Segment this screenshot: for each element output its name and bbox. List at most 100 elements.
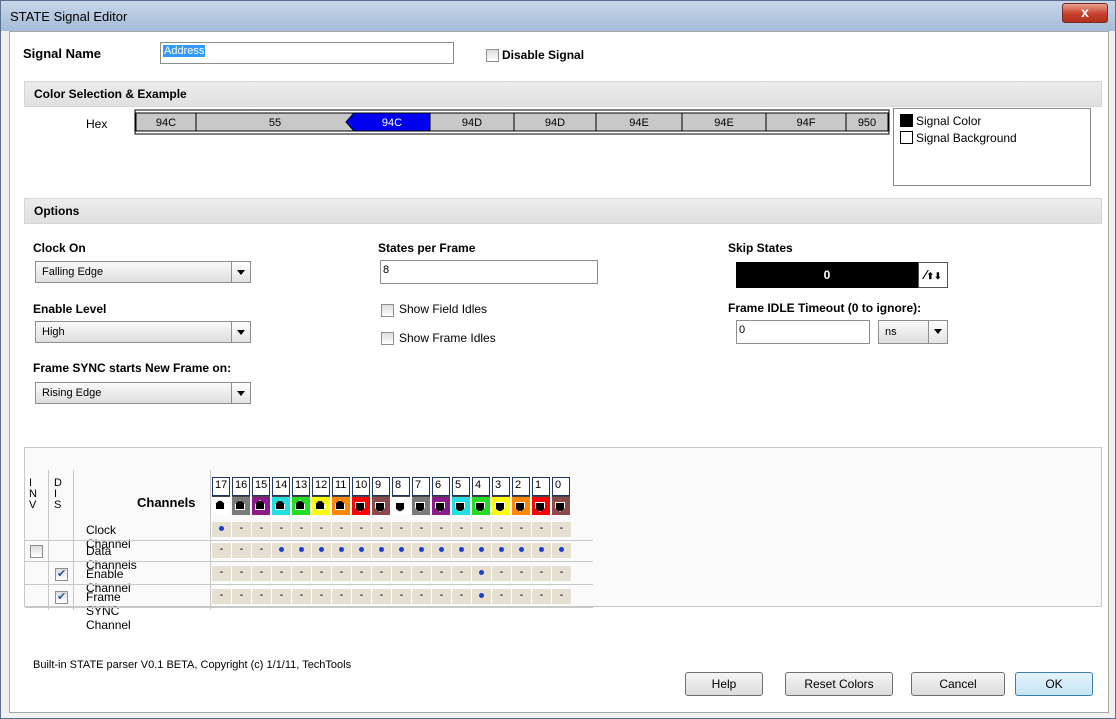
channel-cell[interactable]: -: [312, 522, 332, 537]
channel-cell[interactable]: [312, 543, 332, 558]
channel-cell[interactable]: [512, 543, 532, 558]
channel-cell[interactable]: [452, 543, 472, 558]
channel-cell[interactable]: -: [232, 543, 252, 558]
chevron-down-icon[interactable]: [231, 322, 250, 342]
inv-checkbox[interactable]: [30, 545, 43, 558]
channel-cell[interactable]: -: [232, 566, 252, 581]
channel-cell[interactable]: -: [392, 522, 412, 537]
channel-cell[interactable]: -: [492, 566, 512, 581]
channel-cell[interactable]: [432, 543, 452, 558]
channel-color-swatch[interactable]: [532, 496, 550, 515]
channel-cell[interactable]: -: [332, 589, 352, 604]
channel-cell[interactable]: -: [292, 589, 312, 604]
channel-cell[interactable]: -: [372, 589, 392, 604]
states-per-frame-input[interactable]: 8: [380, 260, 598, 284]
channel-cell[interactable]: -: [452, 589, 472, 604]
channel-cell[interactable]: -: [452, 522, 472, 537]
chevron-down-icon[interactable]: [928, 321, 947, 343]
channel-cell[interactable]: -: [512, 522, 532, 537]
channel-cell[interactable]: -: [252, 589, 272, 604]
channel-cell[interactable]: [352, 543, 372, 558]
channel-cell[interactable]: -: [532, 522, 552, 537]
channel-cell[interactable]: -: [332, 566, 352, 581]
channel-cell[interactable]: -: [212, 543, 232, 558]
channel-cell[interactable]: [392, 543, 412, 558]
channel-cell[interactable]: -: [492, 589, 512, 604]
channel-color-swatch[interactable]: [452, 496, 470, 515]
skip-states-display[interactable]: 0: [736, 262, 918, 288]
channel-color-swatch[interactable]: [392, 496, 410, 515]
channel-cell[interactable]: -: [232, 589, 252, 604]
channel-cell[interactable]: -: [432, 589, 452, 604]
channel-cell[interactable]: -: [532, 566, 552, 581]
channel-cell[interactable]: -: [252, 543, 272, 558]
channel-color-swatch[interactable]: [312, 496, 330, 515]
clock-on-select[interactable]: Falling Edge: [35, 261, 251, 283]
channel-color-swatch[interactable]: [332, 496, 350, 515]
channel-cell[interactable]: -: [352, 522, 372, 537]
channel-cell[interactable]: [332, 543, 352, 558]
channel-cell[interactable]: -: [392, 589, 412, 604]
channel-color-swatch[interactable]: [512, 496, 530, 515]
channel-cell[interactable]: -: [552, 589, 572, 604]
channel-cell[interactable]: -: [392, 566, 412, 581]
channel-color-swatch[interactable]: [252, 496, 270, 515]
channel-color-swatch[interactable]: [272, 496, 290, 515]
channel-cell[interactable]: -: [312, 589, 332, 604]
channel-cell[interactable]: -: [212, 566, 232, 581]
channel-cell[interactable]: -: [212, 589, 232, 604]
channel-cell[interactable]: -: [532, 589, 552, 604]
channel-cell[interactable]: -: [352, 589, 372, 604]
channel-color-swatch[interactable]: [552, 496, 570, 515]
channel-color-swatch[interactable]: [212, 496, 230, 515]
increment-decrement-icon[interactable]: ⁄⬆⬇: [918, 262, 948, 288]
channel-cell[interactable]: -: [372, 566, 392, 581]
channel-cell[interactable]: -: [412, 566, 432, 581]
channel-color-swatch[interactable]: [292, 496, 310, 515]
ok-button[interactable]: OK: [1015, 672, 1093, 696]
channel-cell[interactable]: -: [292, 522, 312, 537]
channel-cell[interactable]: -: [492, 522, 512, 537]
chevron-down-icon[interactable]: [231, 262, 250, 282]
channel-cell[interactable]: -: [252, 566, 272, 581]
frame-sync-select[interactable]: Rising Edge: [35, 382, 251, 404]
channel-cell[interactable]: [272, 543, 292, 558]
reset-colors-button[interactable]: Reset Colors: [785, 672, 893, 696]
channel-cell[interactable]: -: [552, 522, 572, 537]
close-button[interactable]: x: [1062, 3, 1108, 23]
channel-cell[interactable]: [292, 543, 312, 558]
channel-cell[interactable]: [412, 543, 432, 558]
channel-color-swatch[interactable]: [412, 496, 430, 515]
channel-cell[interactable]: -: [432, 522, 452, 537]
channel-cell[interactable]: -: [512, 566, 532, 581]
show-field-idles-checkbox[interactable]: [381, 304, 394, 317]
channel-cell[interactable]: -: [412, 522, 432, 537]
channel-cell[interactable]: -: [272, 522, 292, 537]
signal-name-input[interactable]: Address: [160, 42, 454, 64]
channel-cell[interactable]: -: [272, 589, 292, 604]
channel-color-swatch[interactable]: [232, 496, 250, 515]
dis-checkbox[interactable]: [55, 590, 68, 604]
chevron-down-icon[interactable]: [231, 383, 250, 403]
channel-cell[interactable]: -: [372, 522, 392, 537]
signal-background-swatch[interactable]: [900, 131, 913, 144]
channel-cell[interactable]: -: [272, 566, 292, 581]
disable-signal-checkbox[interactable]: [486, 49, 499, 62]
channel-cell[interactable]: [372, 543, 392, 558]
help-button[interactable]: Help: [685, 672, 763, 696]
channel-cell[interactable]: [472, 589, 492, 604]
channel-cell[interactable]: -: [332, 522, 352, 537]
channel-cell[interactable]: -: [552, 566, 572, 581]
channel-cell[interactable]: [492, 543, 512, 558]
dis-checkbox[interactable]: [55, 567, 68, 581]
frame-idle-timeout-input[interactable]: 0: [736, 320, 870, 344]
channel-cell[interactable]: -: [232, 522, 252, 537]
channel-cell[interactable]: -: [452, 566, 472, 581]
channel-cell[interactable]: -: [472, 522, 492, 537]
channel-cell[interactable]: [472, 543, 492, 558]
signal-color-swatch[interactable]: [900, 114, 913, 127]
channel-cell[interactable]: [212, 522, 232, 537]
channel-color-swatch[interactable]: [492, 496, 510, 515]
channel-cell[interactable]: -: [292, 566, 312, 581]
channel-cell[interactable]: [472, 566, 492, 581]
